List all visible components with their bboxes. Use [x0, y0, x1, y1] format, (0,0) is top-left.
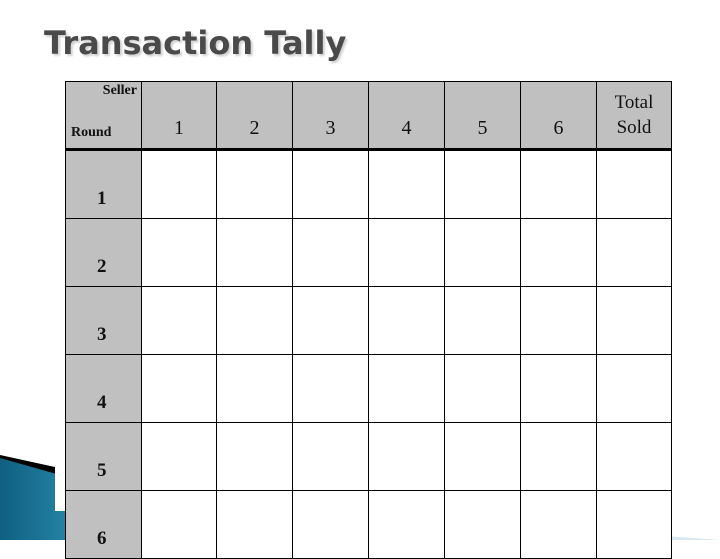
slide-title: Transaction Tally: [44, 24, 347, 62]
tally-cell[interactable]: [292, 490, 369, 559]
seller-header-4: 4: [368, 81, 445, 151]
tally-cell[interactable]: [444, 490, 521, 559]
tally-cell[interactable]: [520, 286, 597, 355]
seller-header-1: 1: [141, 81, 217, 151]
tally-cell[interactable]: [368, 354, 445, 423]
seller-label: Seller: [102, 83, 137, 98]
tally-cell[interactable]: [292, 354, 369, 423]
tally-cell[interactable]: [444, 149, 521, 219]
tally-cell[interactable]: [216, 218, 293, 287]
tally-cell[interactable]: [292, 286, 369, 355]
tally-cell[interactable]: [520, 354, 597, 423]
tally-cell[interactable]: [292, 422, 369, 491]
round-label-cell: 5: [65, 422, 142, 491]
tally-cell[interactable]: [292, 149, 369, 219]
table-row: 6: [65, 490, 672, 559]
round-label-cell: 4: [65, 354, 142, 423]
round-label-cell: 6: [65, 490, 142, 559]
tally-cell[interactable]: [292, 218, 369, 287]
round-label: Round: [71, 125, 112, 140]
seller-header-5: 5: [444, 81, 521, 151]
total-sold-cell[interactable]: [596, 354, 672, 423]
total-sold-cell[interactable]: [596, 422, 672, 491]
tally-cell[interactable]: [368, 218, 445, 287]
tally-cell[interactable]: [141, 354, 217, 423]
tally-cell[interactable]: [141, 149, 217, 219]
total-sold-cell[interactable]: [596, 490, 672, 559]
seller-header-2: 2: [216, 81, 293, 151]
tally-cell[interactable]: [141, 490, 217, 559]
tally-cell[interactable]: [444, 422, 521, 491]
tally-cell[interactable]: [368, 149, 445, 219]
round-label-cell: 1: [65, 149, 142, 219]
tally-cell[interactable]: [368, 286, 445, 355]
tally-cell[interactable]: [141, 286, 217, 355]
round-label-cell: 2: [65, 218, 142, 287]
header-row: Seller Round 1 2 3 4 5 6 Total Sold: [65, 81, 672, 151]
seller-header-6: 6: [520, 81, 597, 151]
corner-cell: Seller Round: [65, 81, 142, 151]
total-sold-cell[interactable]: [596, 218, 672, 287]
tally-cell[interactable]: [141, 218, 217, 287]
tally-cell[interactable]: [216, 422, 293, 491]
tally-cell[interactable]: [216, 149, 293, 219]
seller-header-3: 3: [292, 81, 369, 151]
tally-cell[interactable]: [444, 354, 521, 423]
total-sold-cell[interactable]: [596, 149, 672, 219]
table-row: 3: [65, 286, 672, 355]
tally-cell[interactable]: [444, 218, 521, 287]
table-row: 1: [65, 149, 672, 219]
tally-cell[interactable]: [216, 354, 293, 423]
total-sold-header: Total Sold: [596, 81, 672, 151]
table-row: 5: [65, 422, 672, 491]
tally-cell[interactable]: [216, 490, 293, 559]
total-sold-cell[interactable]: [596, 286, 672, 355]
round-label-cell: 3: [65, 286, 142, 355]
tally-cell[interactable]: [368, 490, 445, 559]
tally-cell[interactable]: [520, 149, 597, 219]
tally-cell[interactable]: [368, 422, 445, 491]
tally-cell[interactable]: [444, 286, 521, 355]
tally-cell[interactable]: [520, 490, 597, 559]
table-row: 2: [65, 218, 672, 287]
table-row: 4: [65, 354, 672, 423]
tally-cell[interactable]: [141, 422, 217, 491]
transaction-tally-table: Seller Round 1 2 3 4 5 6 Total Sold 12345…: [65, 81, 672, 559]
tally-cell[interactable]: [216, 286, 293, 355]
tally-cell[interactable]: [520, 422, 597, 491]
tally-cell[interactable]: [520, 218, 597, 287]
